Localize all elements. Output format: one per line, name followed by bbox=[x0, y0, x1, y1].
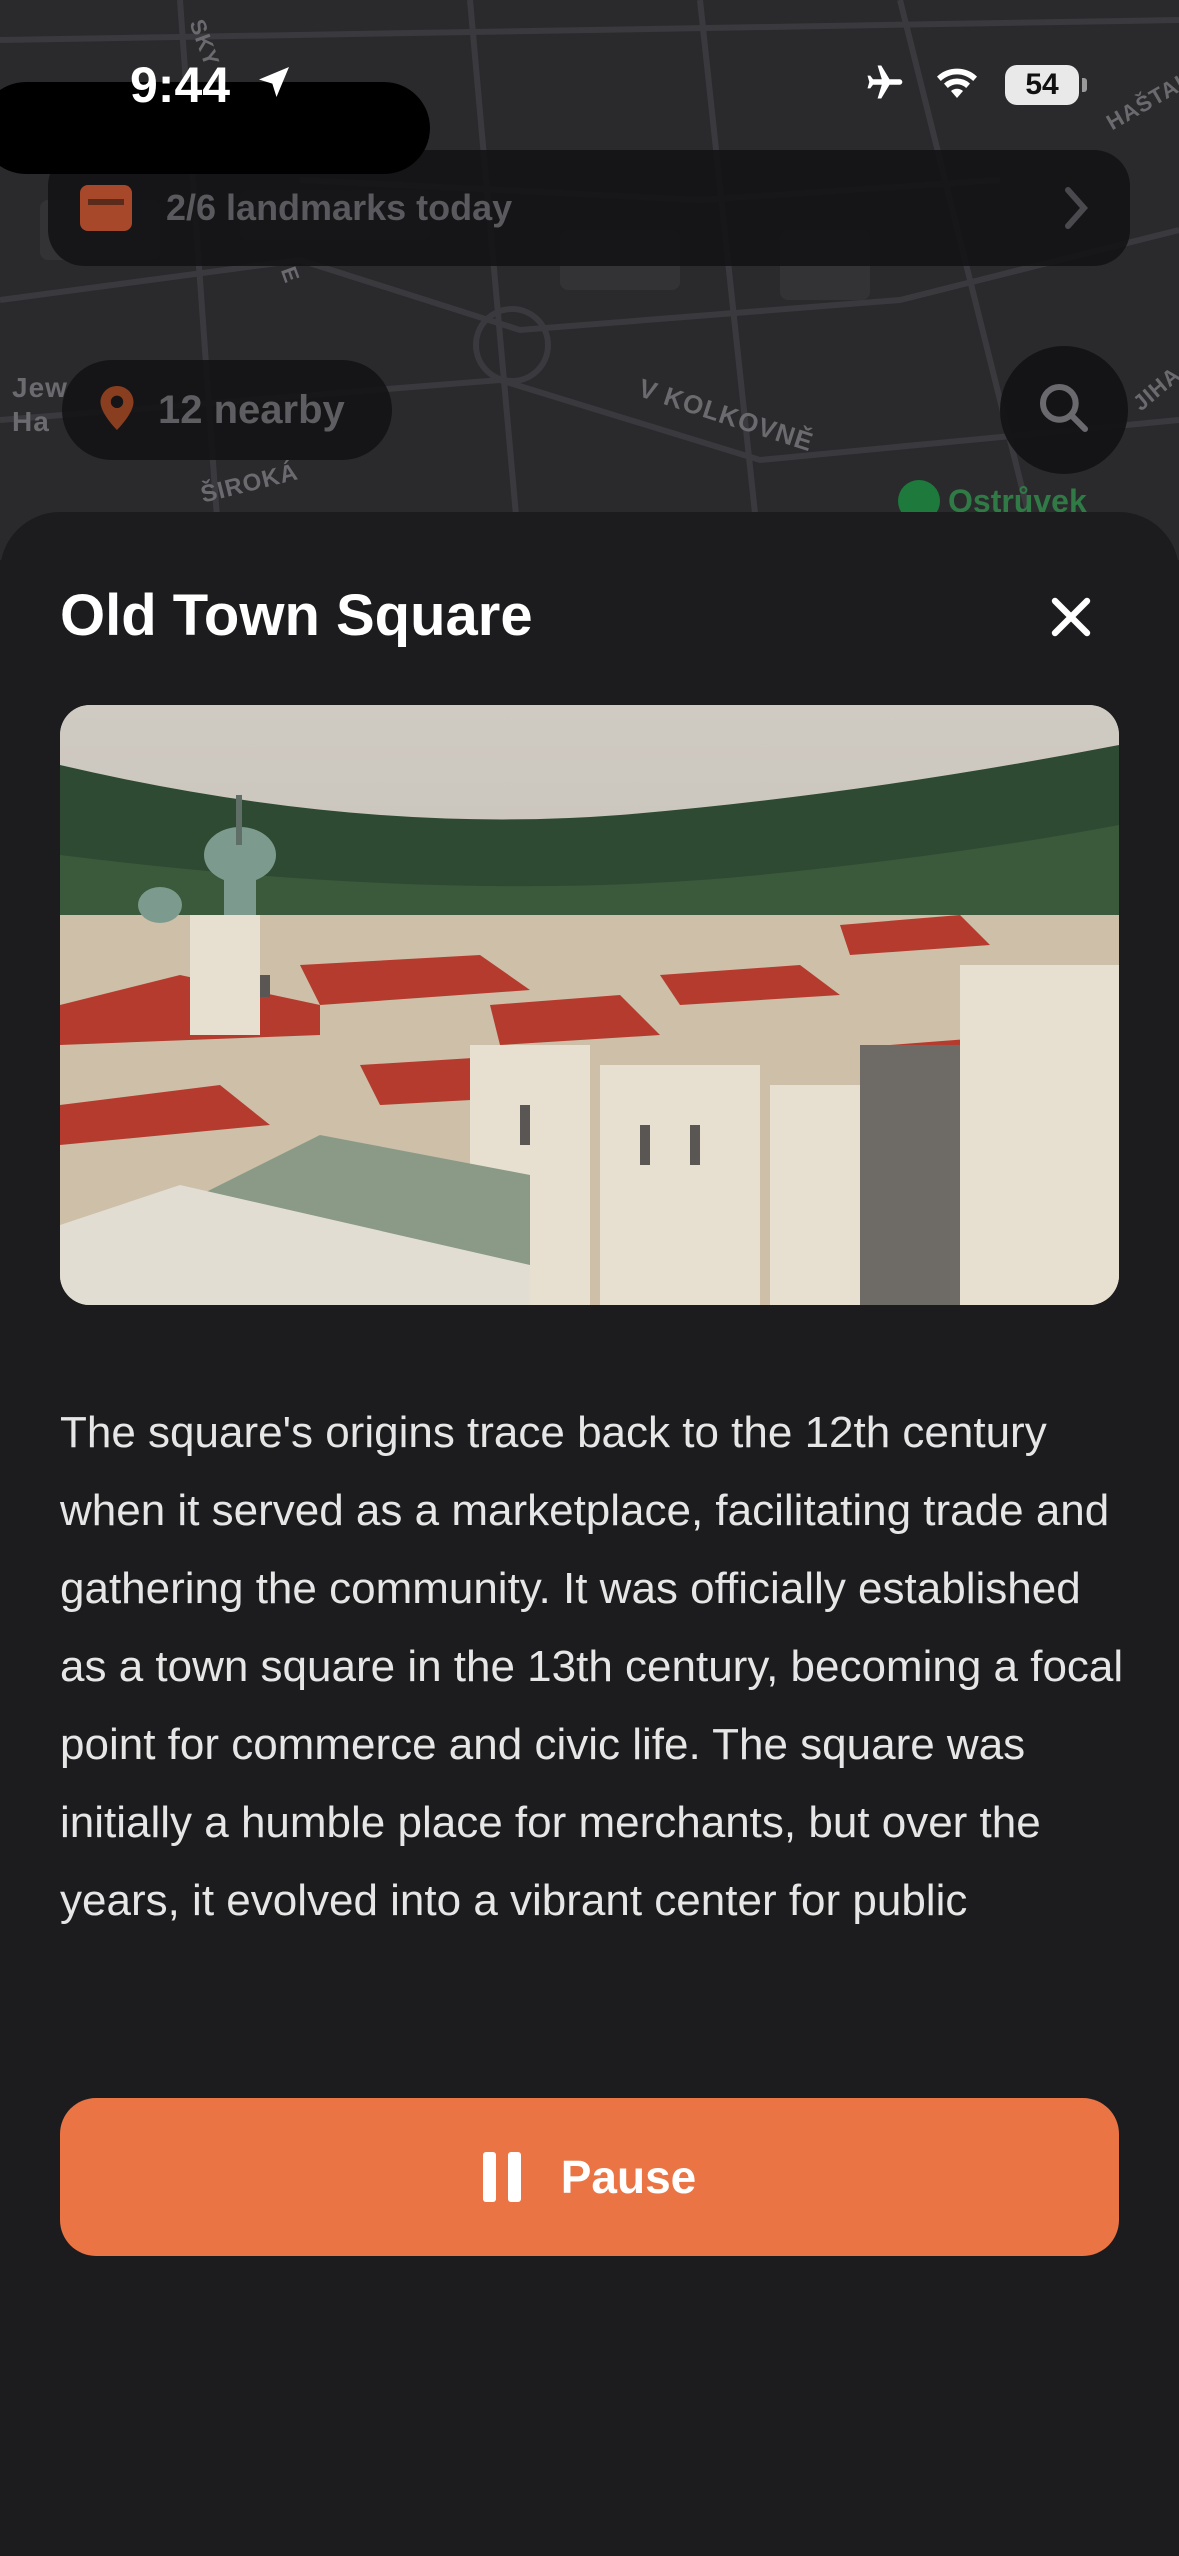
status-bar: 9:44 54 bbox=[0, 0, 1179, 174]
landmark-description: The square's origins trace back to the 1… bbox=[60, 1408, 1124, 1925]
status-time: 9:44 bbox=[130, 57, 231, 113]
map-label: Jew bbox=[12, 372, 68, 403]
wifi-icon bbox=[933, 62, 981, 107]
sheet-title: Old Town Square bbox=[60, 583, 533, 648]
landmark-sheet: Old Town Square The square's origins tra… bbox=[0, 512, 1179, 2556]
ticket-icon bbox=[80, 185, 132, 231]
screen: Jew Ha ŠIROKÁ V KOLKOVNĚ HAŠTALSK JIHA S… bbox=[0, 0, 1179, 2556]
pause-label: Pause bbox=[560, 2151, 697, 2203]
chevron-right-icon bbox=[1062, 186, 1090, 235]
pause-button[interactable]: Pause bbox=[60, 2098, 1119, 2256]
pause-icon bbox=[482, 2152, 521, 2202]
close-button[interactable] bbox=[1036, 584, 1106, 654]
map-label: Ha bbox=[12, 406, 50, 437]
landmark-photo bbox=[60, 705, 1119, 1305]
status-right: 54 bbox=[859, 60, 1087, 109]
nearby-chip[interactable]: 12 nearby bbox=[62, 360, 392, 460]
pin-icon bbox=[100, 385, 134, 435]
nearby-count: 12 nearby bbox=[158, 387, 345, 432]
landmark-photo-illustration bbox=[60, 705, 1119, 1305]
search-icon bbox=[1036, 380, 1092, 441]
landmarks-text: 2/6 landmarks today bbox=[166, 187, 513, 228]
search-button[interactable] bbox=[1000, 346, 1128, 474]
location-arrow-icon bbox=[254, 62, 294, 107]
airplane-icon bbox=[859, 60, 909, 109]
battery-icon: 54 bbox=[1005, 64, 1087, 105]
close-icon bbox=[1047, 593, 1095, 646]
